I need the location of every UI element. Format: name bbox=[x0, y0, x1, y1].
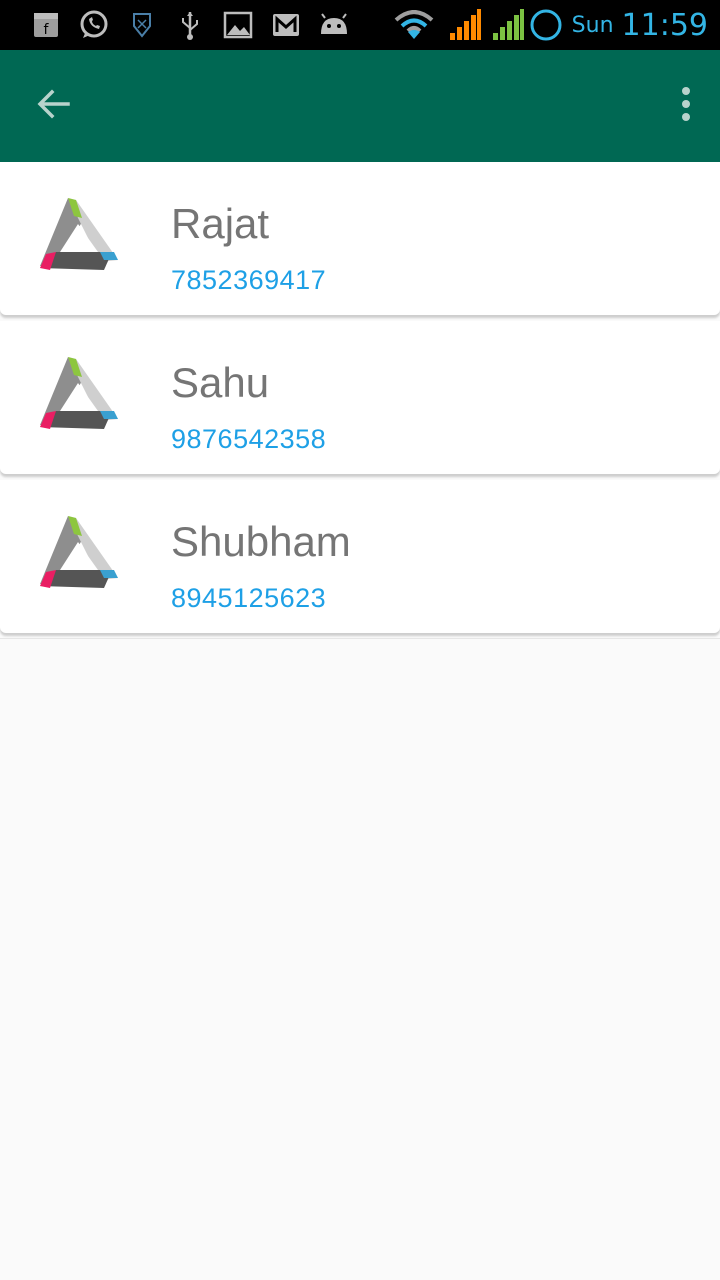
wifi-icon bbox=[392, 0, 436, 50]
signal-sim1-icon bbox=[442, 0, 488, 50]
list-divider bbox=[0, 638, 720, 639]
contact-logo-icon bbox=[38, 355, 120, 433]
contact-card[interactable]: Rajat 7852369417 bbox=[0, 162, 720, 315]
contact-list: Rajat 7852369417 Sahu 9876542358 Shubham… bbox=[0, 162, 720, 639]
contact-phone: 8945125623 bbox=[171, 583, 327, 613]
gmail-icon bbox=[262, 0, 310, 50]
contact-phone: 7852369417 bbox=[171, 265, 327, 295]
usb-icon bbox=[166, 0, 214, 50]
contact-phone: 9876542358 bbox=[171, 424, 327, 454]
notification-icons: f bbox=[22, 0, 358, 50]
shop-icon: f bbox=[22, 0, 70, 50]
contact-name: Sahu bbox=[171, 359, 270, 406]
overflow-menu-button[interactable] bbox=[666, 74, 706, 138]
battery-icon bbox=[528, 0, 564, 50]
contact-logo-icon bbox=[38, 196, 120, 274]
contact-card[interactable]: Sahu 9876542358 bbox=[0, 321, 720, 474]
signal-sim2-icon bbox=[488, 0, 528, 50]
android-icon bbox=[310, 0, 358, 50]
status-bar: f Sun 11:59 bbox=[0, 0, 720, 50]
contact-name: Rajat bbox=[171, 200, 270, 247]
contact-logo-icon bbox=[38, 514, 120, 592]
arrow-back-icon bbox=[36, 86, 72, 126]
more-vert-icon bbox=[681, 86, 691, 126]
whatsapp-icon bbox=[70, 0, 118, 50]
shield-icon bbox=[118, 0, 166, 50]
app-bar bbox=[0, 50, 720, 162]
status-time: 11:59 bbox=[621, 7, 708, 43]
back-button[interactable] bbox=[22, 74, 86, 138]
system-icons: Sun 11:59 bbox=[392, 0, 708, 50]
status-day: Sun bbox=[571, 12, 614, 38]
contact-name: Shubham bbox=[171, 518, 351, 565]
gallery-icon bbox=[214, 0, 262, 50]
contact-card[interactable]: Shubham 8945125623 bbox=[0, 480, 720, 633]
